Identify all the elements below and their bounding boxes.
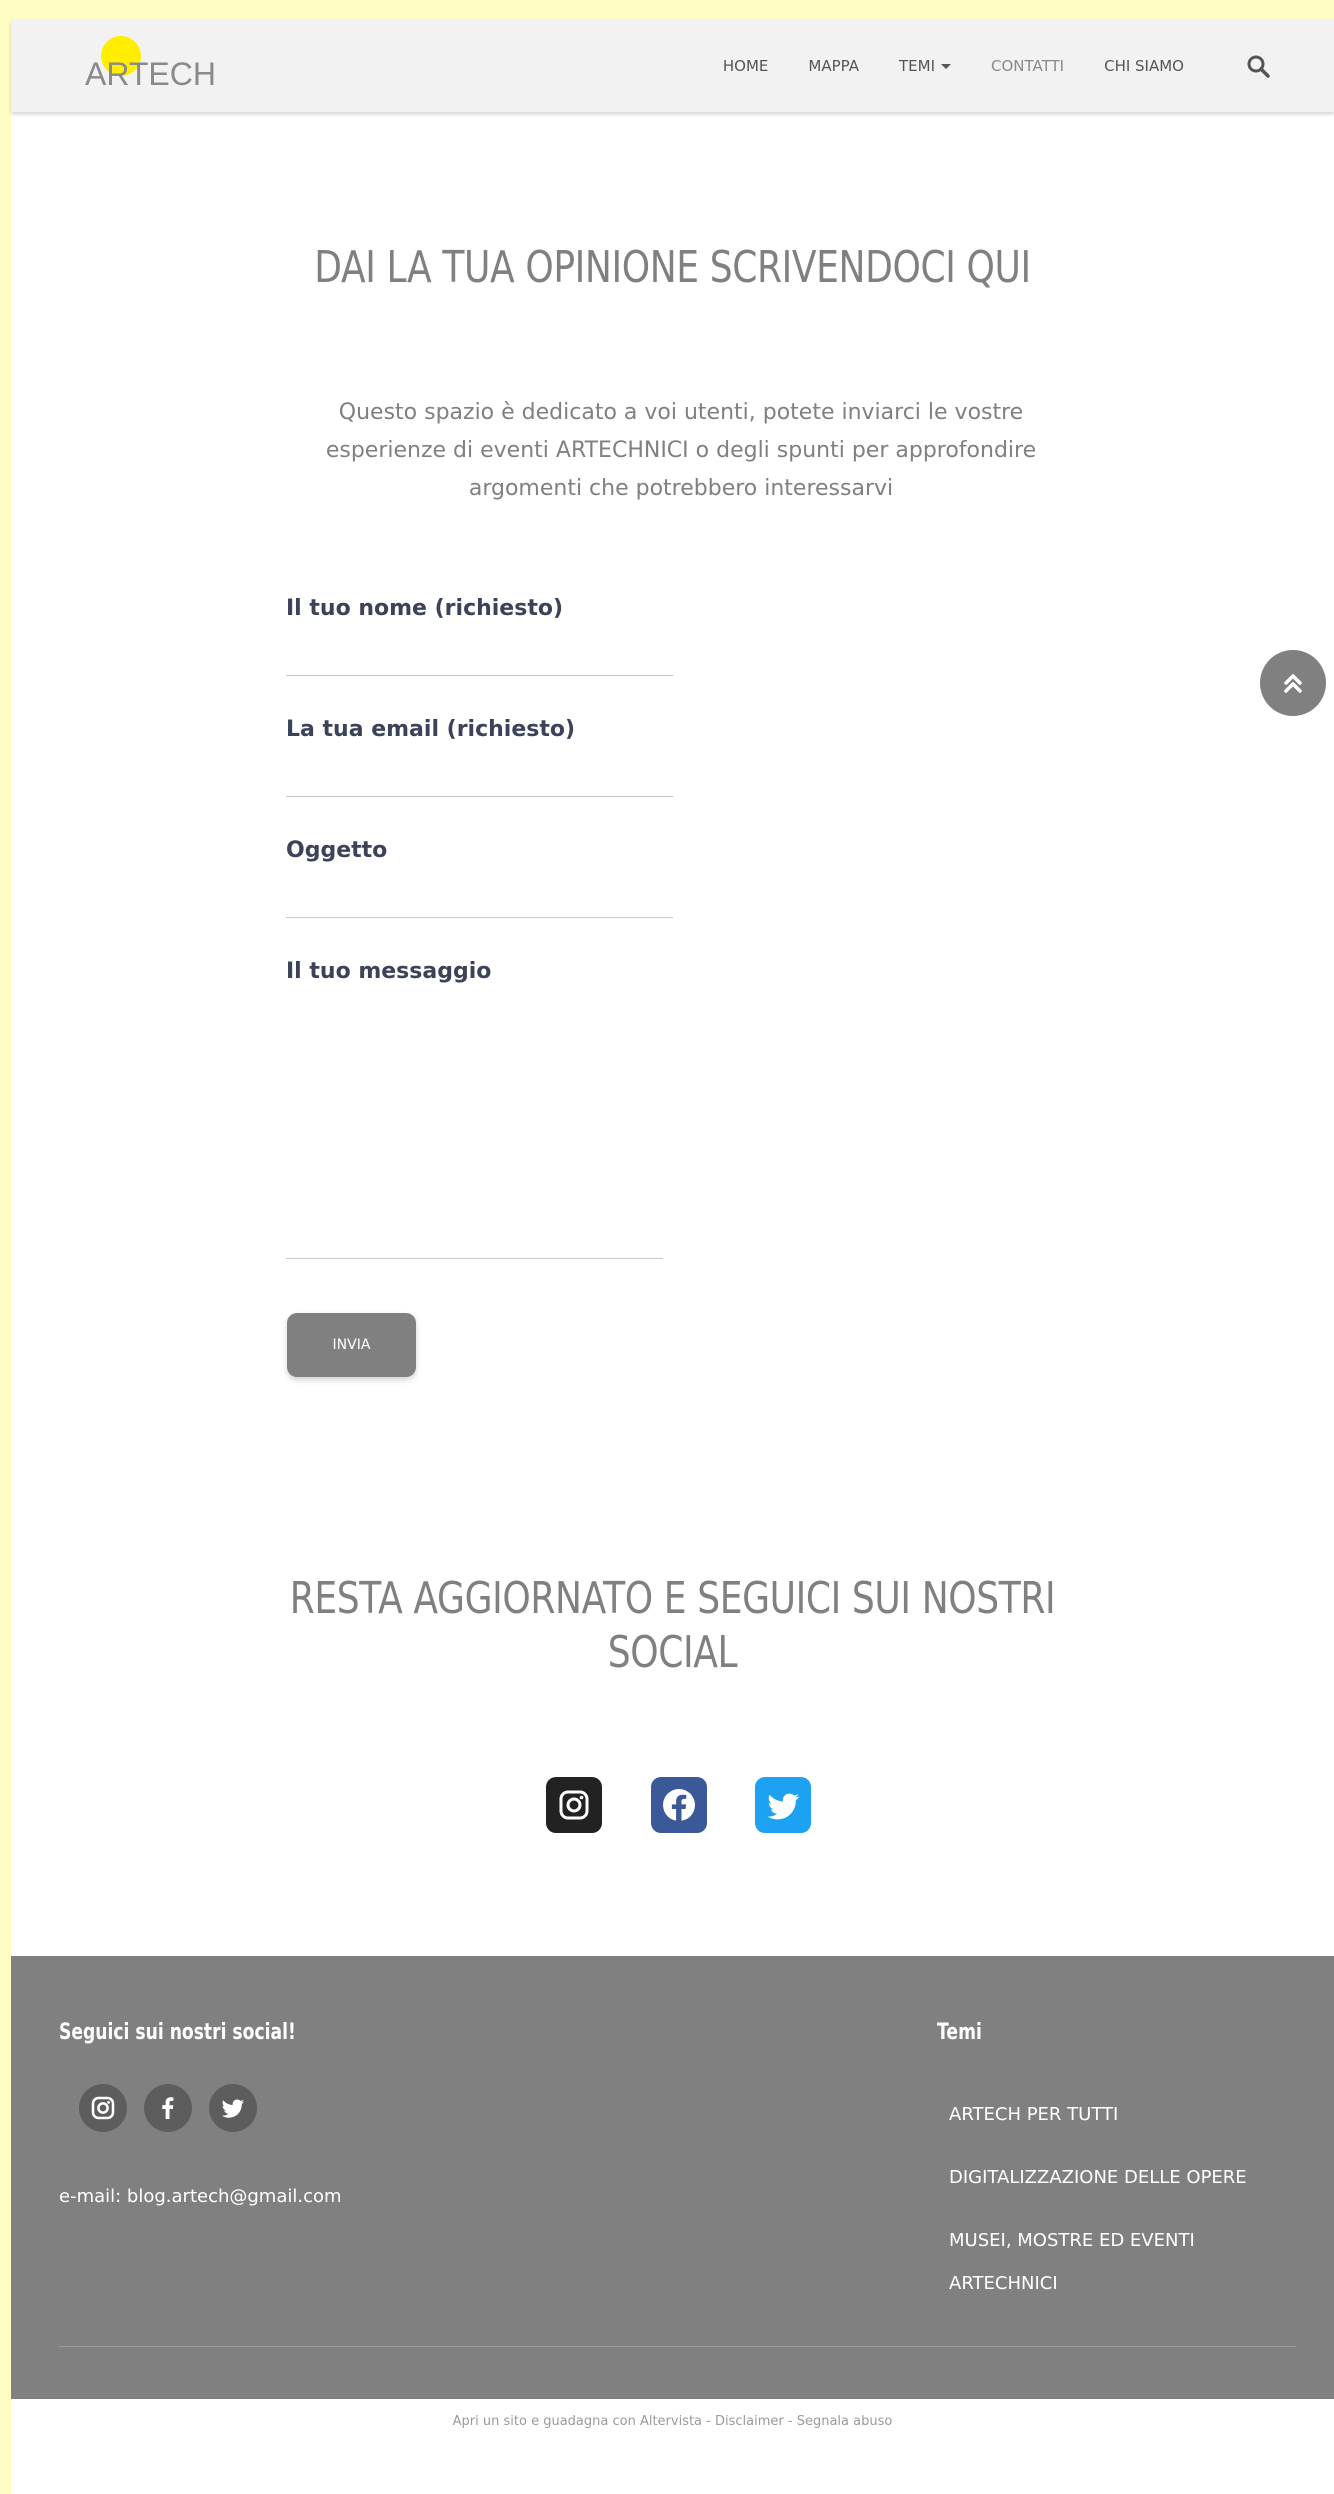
- report-abuse-link[interactable]: Segnala abuso: [797, 2414, 893, 2429]
- search-icon[interactable]: [1246, 54, 1270, 78]
- footer: Seguici sui nostri social! e-mail: blog.…: [11, 1956, 1334, 2399]
- caret-down-icon: [941, 63, 951, 69]
- navbar: ARTECH HOME MAPPA TEMI CONTATTI CHI SIAM…: [11, 20, 1334, 112]
- intro-text: Questo spazio è dedicato a voi utenti, p…: [325, 400, 1037, 501]
- twitter-button[interactable]: [755, 1777, 811, 1833]
- nav-item-temi-label: TEMI: [898, 57, 935, 75]
- footer-facebook-button[interactable]: [144, 2084, 192, 2132]
- social-section-title: RESTA AGGIORNATO E SEGUICI SUI NOSTRI SO…: [130, 1572, 1215, 1680]
- footer-link-musei-mostre-line1[interactable]: MUSEI, MOSTRE ED EVENTI: [949, 2230, 1195, 2251]
- footer-instagram-button[interactable]: [79, 2084, 127, 2132]
- page-title: DAI LA TUA OPINIONE SCRIVENDOCI QUI: [314, 242, 1031, 293]
- footer-link-artech-per-tutti[interactable]: ARTECH PER TUTTI: [949, 2104, 1118, 2125]
- message-field[interactable]: [286, 1020, 664, 1250]
- footer-link-digitalizzazione[interactable]: DIGITALIZZAZIONE DELLE OPERE: [949, 2167, 1247, 2188]
- facebook-icon: [162, 2097, 174, 2119]
- instagram-icon: [91, 2096, 115, 2120]
- subject-field[interactable]: [286, 886, 673, 914]
- nav-item-contatti[interactable]: CONTATTI: [991, 57, 1064, 75]
- separator-1: -: [702, 2414, 715, 2429]
- subject-field-underline: [286, 917, 673, 918]
- message-label: Il tuo messaggio: [286, 959, 492, 984]
- name-label: Il tuo nome (richiesto): [286, 596, 564, 621]
- nav-item-mappa[interactable]: MAPPA: [808, 57, 859, 75]
- footer-email: e-mail: blog.artech@gmail.com: [59, 2186, 342, 2207]
- social-title-line1: RESTA AGGIORNATO E SEGUICI SUI NOSTRI: [289, 1573, 1056, 1624]
- site-logo[interactable]: ARTECH: [75, 34, 216, 98]
- chevron-up-icon: [1284, 674, 1302, 693]
- twitter-icon: [221, 2099, 245, 2118]
- send-button[interactable]: INVIA: [287, 1313, 416, 1377]
- instagram-icon: [559, 1790, 589, 1820]
- scroll-to-top-button[interactable]: [1260, 650, 1326, 716]
- footer-temi-title: Temi: [937, 2020, 982, 2045]
- footer-link-musei-mostre-line2[interactable]: ARTECHNICI: [949, 2273, 1058, 2294]
- subject-label: Oggetto: [286, 838, 388, 863]
- altervista-link[interactable]: Apri un sito e guadagna con Altervista: [453, 2414, 702, 2429]
- facebook-icon: [663, 1789, 695, 1823]
- logo-text: ARTECH: [85, 56, 216, 92]
- email-field[interactable]: [286, 765, 673, 793]
- twitter-icon: [767, 1793, 800, 1820]
- main-nav: HOME MAPPA TEMI CONTATTI CHI SIAMO: [683, 20, 1274, 112]
- footer-divider: [59, 2346, 1296, 2347]
- footer-social-title: Seguici sui nostri social!: [59, 2020, 296, 2045]
- instagram-button[interactable]: [546, 1777, 602, 1833]
- nav-item-temi[interactable]: TEMI: [899, 57, 951, 75]
- name-field[interactable]: [286, 644, 673, 672]
- nav-item-chi-siamo[interactable]: CHI SIAMO: [1104, 57, 1184, 75]
- social-title-line2: SOCIAL: [607, 1627, 738, 1678]
- disclaimer-link[interactable]: Disclaimer: [715, 2414, 784, 2429]
- message-field-underline: [286, 1258, 663, 1259]
- name-field-underline: [286, 675, 673, 676]
- separator-2: -: [783, 2414, 797, 2429]
- email-field-underline: [286, 796, 673, 797]
- footer-twitter-button[interactable]: [209, 2084, 257, 2132]
- bottom-bar: Apri un sito e guadagna con Altervista -…: [11, 2414, 1334, 2429]
- page: ARTECH HOME MAPPA TEMI CONTATTI CHI SIAM…: [11, 20, 1334, 2494]
- email-label: La tua email (richiesto): [286, 717, 576, 742]
- facebook-button[interactable]: [651, 1777, 707, 1833]
- nav-item-home[interactable]: HOME: [723, 57, 769, 75]
